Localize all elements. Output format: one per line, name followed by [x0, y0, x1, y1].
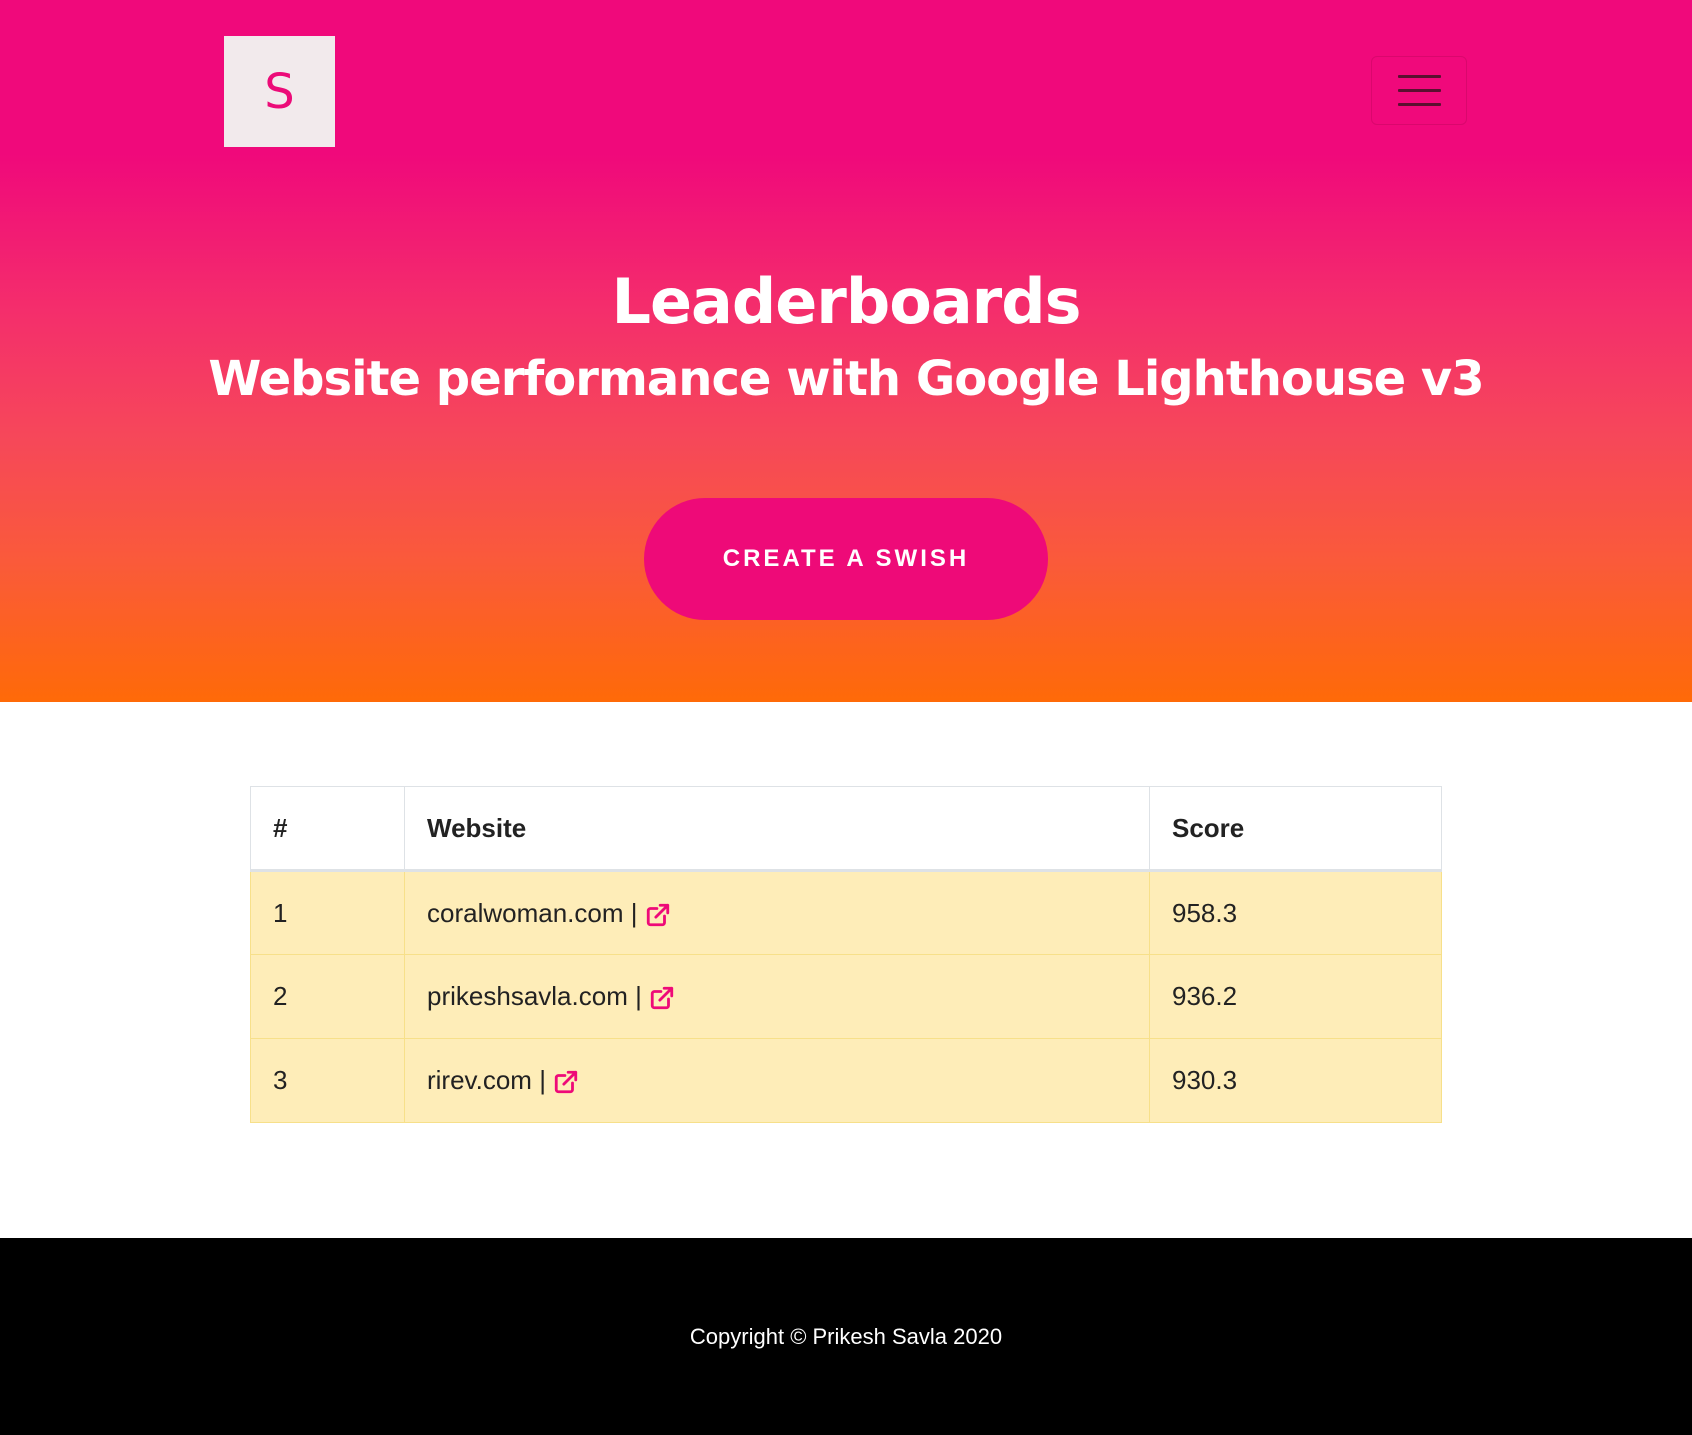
footer: Copyright © Prikesh Savla 2020 [0, 1238, 1692, 1435]
hamburger-menu-button[interactable] [1371, 56, 1467, 125]
create-swish-button[interactable]: CREATE A SWISH [644, 498, 1048, 620]
website-name: coralwoman.com | [427, 897, 638, 928]
rank-cell: 2 [250, 954, 405, 1039]
external-link-icon[interactable] [645, 902, 671, 928]
table-row: 1 coralwoman.com | 958.3 [250, 870, 1442, 955]
website-cell: prikeshsavla.com | [404, 954, 1150, 1039]
leaderboard-section: # Website Score 1 coralwoman.com | 958.3… [0, 702, 1692, 1238]
column-header-rank: # [250, 786, 405, 872]
website-name: prikeshsavla.com | [427, 981, 642, 1011]
score-cell: 936.2 [1149, 954, 1442, 1039]
page-title: Leaderboards [611, 265, 1081, 338]
table-header-row: # Website Score [250, 786, 1442, 872]
page-subtitle: Website performance with Google Lighthou… [208, 351, 1484, 407]
column-header-website: Website [404, 786, 1150, 872]
table-row: 2 prikeshsavla.com | 936.2 [250, 954, 1442, 1039]
score-cell: 930.3 [1149, 1038, 1442, 1123]
leaderboard-table: # Website Score 1 coralwoman.com | 958.3… [250, 786, 1442, 1123]
hamburger-icon [1397, 103, 1441, 106]
rank-cell: 1 [250, 870, 405, 955]
column-header-score: Score [1149, 786, 1442, 872]
website-name: rirev.com | [427, 1065, 546, 1095]
external-link-icon[interactable] [553, 1069, 579, 1095]
website-cell: rirev.com | [404, 1038, 1150, 1123]
hero-section: S Leaderboards Website performance with … [0, 0, 1692, 702]
external-link-icon[interactable] [649, 985, 675, 1011]
hamburger-icon [1397, 89, 1441, 92]
score-cell: 958.3 [1149, 870, 1442, 955]
rank-cell: 3 [250, 1038, 405, 1123]
table-row: 3 rirev.com | 930.3 [250, 1038, 1442, 1123]
logo[interactable]: S [224, 36, 335, 147]
hamburger-icon [1397, 75, 1441, 78]
copyright-text: Copyright © Prikesh Savla 2020 [689, 1323, 1003, 1349]
website-cell: coralwoman.com | [404, 870, 1150, 955]
